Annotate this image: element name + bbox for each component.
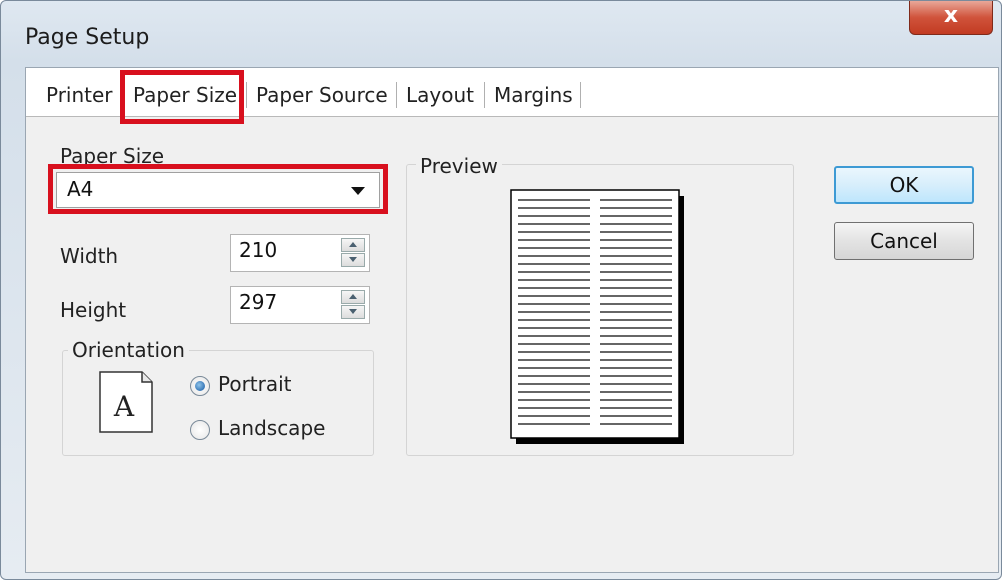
tab-paper-source[interactable]: Paper Source <box>256 78 388 112</box>
dialog-body: Printer Paper Size Paper Source Layout M… <box>25 67 999 573</box>
page-preview <box>510 189 684 444</box>
width-decrement-button[interactable] <box>341 253 365 267</box>
portrait-label[interactable]: Portrait <box>218 372 292 396</box>
close-icon: x <box>943 3 959 28</box>
width-stepper[interactable]: 210 <box>230 234 370 272</box>
orientation-label: Orientation <box>68 338 189 362</box>
paper-size-value: A4 <box>67 177 94 201</box>
tab-paper-size[interactable]: Paper Size <box>133 78 237 112</box>
preview-label: Preview <box>416 154 502 178</box>
close-button[interactable]: x <box>909 1 993 35</box>
tab-separator <box>246 82 247 108</box>
tab-printer[interactable]: Printer <box>46 78 113 112</box>
width-label: Width <box>60 244 119 268</box>
width-value: 210 <box>239 238 278 262</box>
tab-margins[interactable]: Margins <box>494 78 573 112</box>
cancel-button[interactable]: Cancel <box>834 222 974 260</box>
portrait-page-icon-letter: A <box>113 390 135 423</box>
paper-size-dropdown[interactable]: A4 <box>56 172 380 208</box>
height-spin-buttons <box>341 290 365 320</box>
portrait-radio[interactable] <box>190 376 210 396</box>
height-increment-button[interactable] <box>341 290 365 304</box>
tab-separator <box>396 82 397 108</box>
landscape-radio[interactable] <box>190 420 210 440</box>
title-bar[interactable]: Page Setup x <box>1 1 1001 69</box>
portrait-page-icon: A <box>99 371 153 433</box>
paper-size-label: Paper Size <box>60 144 165 168</box>
tab-layout[interactable]: Layout <box>406 78 474 112</box>
height-label: Height <box>60 298 127 322</box>
height-stepper[interactable]: 297 <box>230 286 370 324</box>
width-spin-buttons <box>341 238 365 268</box>
tab-separator <box>122 82 123 108</box>
height-decrement-button[interactable] <box>341 305 365 319</box>
dialog-title: Page Setup <box>25 25 150 50</box>
chevron-down-icon <box>351 187 365 195</box>
page-setup-dialog: Page Setup x Printer Paper Size Paper So… <box>0 0 1002 580</box>
ok-button[interactable]: OK <box>834 166 974 204</box>
tab-separator <box>580 82 581 108</box>
tab-strip: Printer Paper Size Paper Source Layout M… <box>26 68 998 117</box>
tab-separator <box>484 82 485 108</box>
width-increment-button[interactable] <box>341 238 365 252</box>
height-value: 297 <box>239 290 278 314</box>
landscape-label[interactable]: Landscape <box>218 416 325 440</box>
